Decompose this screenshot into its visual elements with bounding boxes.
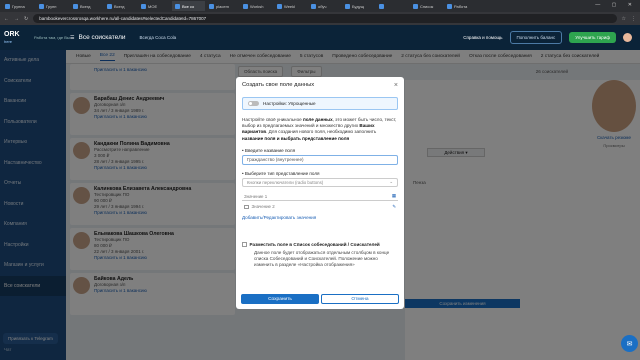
- address-bar: ← → ↻ bambookevercrossrosqa.workhere.ru/…: [0, 12, 640, 25]
- create-field-dialog: Создать свое поле данных × Настройки: Уп…: [236, 77, 404, 309]
- cancel-button[interactable]: Отмена: [321, 294, 399, 304]
- browser-tab[interactable]: Группа: [2, 1, 35, 11]
- browser-tab[interactable]: Всегд: [70, 1, 103, 11]
- field-type-select[interactable]: Кнопки переключатели (radio buttons) ⌄: [242, 177, 398, 187]
- tab-favicon-icon: [243, 3, 248, 9]
- browser-tab[interactable]: Список: [410, 1, 443, 11]
- topup-button[interactable]: Пополнить баланс: [509, 31, 563, 44]
- menu-icon[interactable]: ⋮: [631, 16, 636, 22]
- tab-favicon-icon: [345, 3, 350, 9]
- save-button[interactable]: Сохранить: [241, 294, 319, 304]
- browser-tab[interactable]: Групп: [36, 1, 69, 11]
- field-name-label: • Введите название поля: [242, 147, 296, 153]
- dialog-description: Настройте своё уникальное поле данных, э…: [242, 117, 397, 141]
- tab-favicon-icon: [107, 3, 112, 9]
- tab-favicon-icon: [413, 3, 418, 9]
- tab-favicon-icon: [379, 3, 384, 9]
- logo[interactable]: ORK here: [0, 31, 34, 45]
- browser-tab[interactable]: [376, 1, 409, 11]
- tab-favicon-icon: [209, 3, 214, 9]
- settings-toggle[interactable]: [248, 101, 259, 106]
- hamburger-icon[interactable]: ☰: [70, 35, 74, 41]
- value-row[interactable]: Значение 1 ▦: [242, 193, 398, 201]
- value-row[interactable]: Значение 2 ✎: [242, 203, 398, 211]
- upgrade-button[interactable]: Улучшить тариф: [569, 32, 616, 43]
- browser-tab[interactable]: Всегд: [104, 1, 137, 11]
- calendar-icon[interactable]: ▦: [392, 193, 396, 199]
- tab-favicon-icon: [39, 3, 44, 9]
- placement-checkbox[interactable]: [242, 242, 247, 247]
- placement-option: Разместить поле в Список собеседований /…: [242, 242, 398, 268]
- page-title: Все соискатели: [78, 34, 126, 41]
- dialog-title: Создать свое поле данных: [242, 82, 315, 88]
- browser-tab[interactable]: Weekl: [274, 1, 307, 11]
- slogan: Работа там, где Вы: [34, 35, 70, 40]
- help-link[interactable]: Справка и помощь: [463, 35, 502, 40]
- value-checkbox[interactable]: [244, 204, 249, 210]
- tab-favicon-icon: [5, 3, 10, 9]
- field-type-label: • Выберите тип представление поля: [242, 170, 320, 176]
- edit-values-link[interactable]: Добавить/Редактировать значения: [242, 215, 398, 220]
- settings-label: Настройки: Упрощенные: [263, 101, 316, 106]
- placement-description: Данное поле будет отображаться отдельным…: [254, 249, 390, 267]
- settings-mode-box: Настройки: Упрощенные: [242, 97, 398, 110]
- window-controls[interactable]: — ▢ ✕: [595, 2, 637, 8]
- url-field[interactable]: bambookevercrossrosqa.workhere.ru/all-ca…: [33, 14, 617, 23]
- browser-tab[interactable]: Будущ: [342, 1, 375, 11]
- tab-favicon-icon: [175, 3, 180, 9]
- tab-favicon-icon: [447, 3, 452, 9]
- forward-icon[interactable]: →: [14, 16, 19, 22]
- star-icon[interactable]: ☆: [622, 16, 626, 22]
- close-icon[interactable]: ×: [394, 82, 398, 89]
- browser-tab[interactable]: placem: [206, 1, 239, 11]
- browser-tab[interactable]: обуч: [308, 1, 341, 11]
- company-selector[interactable]: Всегда Coca Cola: [140, 35, 177, 40]
- tab-favicon-icon: [277, 3, 282, 9]
- tab-favicon-icon: [141, 3, 146, 9]
- back-icon[interactable]: ←: [4, 16, 9, 22]
- browser-tab[interactable]: Worksh: [240, 1, 273, 11]
- tab-favicon-icon: [311, 3, 316, 9]
- app-header: ORK here Работа там, где Вы ☰ Все соискат…: [0, 25, 640, 50]
- reload-icon[interactable]: ↻: [24, 16, 28, 22]
- browser-tab-active[interactable]: Все со: [172, 1, 205, 11]
- pencil-icon[interactable]: ✎: [392, 204, 396, 210]
- tab-favicon-icon: [73, 3, 78, 9]
- avatar[interactable]: [623, 33, 632, 42]
- field-name-input[interactable]: Гражданство (внутреннее): [242, 154, 398, 165]
- browser-tab-strip: Группа Групп Всегд Всегд МОЕ Все со plac…: [0, 0, 640, 12]
- browser-tab[interactable]: МОЕ: [138, 1, 171, 11]
- browser-tab[interactable]: Работа: [444, 1, 477, 11]
- chevron-down-icon: ⌄: [389, 179, 393, 185]
- chat-widget-icon[interactable]: ✉: [621, 335, 638, 352]
